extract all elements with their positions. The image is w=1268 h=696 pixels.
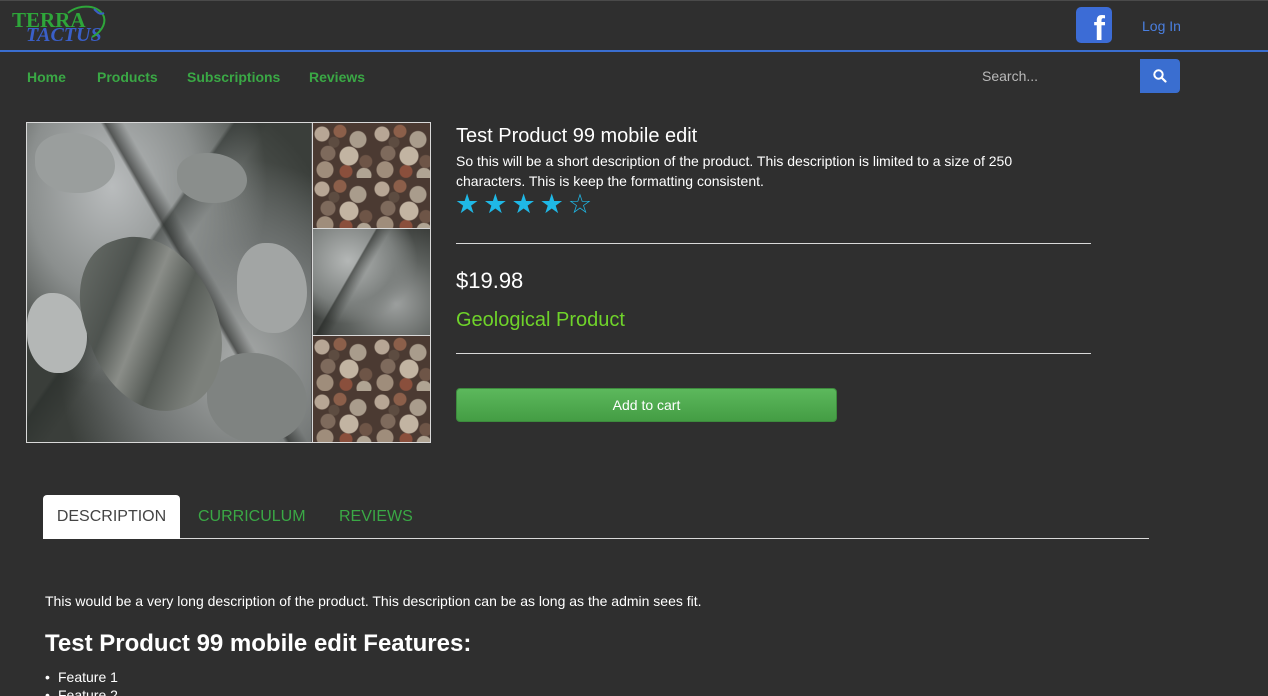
star-empty-icon[interactable]: ☆ [568,190,592,220]
long-description: This would be a very long description of… [45,593,702,609]
add-to-cart-button[interactable]: Add to cart [456,388,837,422]
main-product-image[interactable] [27,123,311,442]
divider [456,243,1091,244]
search-button[interactable] [1140,59,1180,93]
nav-item-home[interactable]: Home [27,69,66,85]
nav-item-subscriptions[interactable]: Subscriptions [187,69,280,85]
product-rating: ★ ★ ★ ★ ☆ [455,190,596,220]
nav-item-products[interactable]: Products [97,69,158,85]
terra-tactus-logo[interactable]: TERRA TACTUS [12,3,108,49]
logo-swoosh-icon [67,5,106,38]
rock-shape [237,243,307,333]
divider [456,353,1091,354]
rock-shape [27,293,87,373]
product-title: Test Product 99 mobile edit [456,125,698,147]
search-input[interactable] [970,59,1140,93]
tab-reviews[interactable]: REVIEWS [339,495,413,539]
star-filled-icon[interactable]: ★ [455,190,479,220]
thumbnail-image-2[interactable] [312,229,430,336]
product-tabs: DESCRIPTION CURRICULUM REVIEWS [43,495,1149,539]
list-item: Feature 2 [45,686,118,696]
tab-curriculum[interactable]: CURRICULUM [198,495,306,539]
page: TERRA TACTUS f Log In Home Products Subs… [0,0,1268,696]
nav-item-reviews[interactable]: Reviews [309,69,365,85]
facebook-icon[interactable]: f [1076,7,1112,43]
top-bar: TERRA TACTUS f Log In [0,0,1268,52]
main-nav: Home Products Subscriptions Reviews [0,54,1268,100]
product-price: $19.98 [456,268,524,293]
search-icon [1153,69,1167,83]
tab-description[interactable]: DESCRIPTION [43,495,180,539]
rock-shape [177,153,247,203]
star-filled-icon[interactable]: ★ [511,190,535,220]
product-category: Geological Product [456,309,625,331]
features-heading: Test Product 99 mobile edit Features: [45,630,472,657]
thumbnail-image-1[interactable] [312,123,430,229]
rock-shape [207,353,307,442]
star-filled-icon[interactable]: ★ [540,190,564,220]
product-gallery [26,122,431,443]
product-short-description: So this will be a short description of t… [456,153,1013,189]
thumbnail-image-3[interactable] [312,336,430,442]
star-filled-icon[interactable]: ★ [483,190,507,220]
features-list: Feature 1 Feature 2 [45,668,118,696]
rock-shape [35,133,115,193]
login-link[interactable]: Log In [1142,18,1181,34]
list-item: Feature 1 [45,668,118,686]
